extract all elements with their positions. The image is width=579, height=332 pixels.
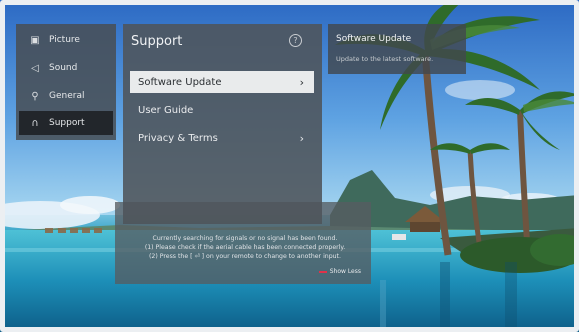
help-icon[interactable]: ? <box>289 34 302 47</box>
option-label: User Guide <box>138 104 194 116</box>
picture-icon: ▣ <box>30 34 40 46</box>
info-panel: Software Update Update to the latest sof… <box>328 24 466 74</box>
menu-item-support[interactable]: ∩ Support <box>19 111 113 135</box>
settings-category-menu: ▣ Picture ◁ Sound ⚲ General ∩ Support <box>16 24 116 140</box>
option-software-update[interactable]: Software Update › <box>130 71 314 93</box>
option-label: Software Update <box>138 76 222 88</box>
show-less-label: Show Less <box>329 268 361 275</box>
no-signal-line-1: Currently searching for signals or no si… <box>152 235 338 242</box>
support-title: Support <box>131 34 183 49</box>
option-user-guide[interactable]: User Guide <box>130 99 314 121</box>
info-title: Software Update <box>336 34 412 44</box>
support-panel: Support ? Software Update › User Guide P… <box>123 24 322 224</box>
menu-item-picture[interactable]: ▣ Picture <box>19 28 113 52</box>
speaker-icon: ◁ <box>31 62 39 74</box>
option-privacy-terms[interactable]: Privacy & Terms › <box>130 127 314 149</box>
menu-item-sound[interactable]: ◁ Sound <box>19 56 113 80</box>
menu-item-label: Support <box>49 118 85 128</box>
wrench-icon: ⚲ <box>31 90 39 102</box>
info-description: Update to the latest software. <box>336 55 434 63</box>
chevron-right-icon: › <box>299 131 304 145</box>
menu-item-label: Sound <box>49 63 78 73</box>
no-signal-line-2: (1) Please check if the aerial cable has… <box>144 244 346 251</box>
no-signal-line-3: (2) Press the [ ⏎ ] on your remote to ch… <box>149 253 341 260</box>
menu-item-label: General <box>49 91 85 101</box>
red-button-icon <box>318 270 327 273</box>
menu-item-general[interactable]: ⚲ General <box>19 84 113 108</box>
option-label: Privacy & Terms <box>138 132 218 144</box>
show-less-button[interactable]: Show Less <box>318 268 361 275</box>
chevron-right-icon: › <box>299 75 304 89</box>
headset-icon: ∩ <box>31 117 39 129</box>
menu-item-label: Picture <box>49 35 80 45</box>
tv-screen: ▣ Picture ◁ Sound ⚲ General ∩ Support Cu… <box>0 0 579 332</box>
